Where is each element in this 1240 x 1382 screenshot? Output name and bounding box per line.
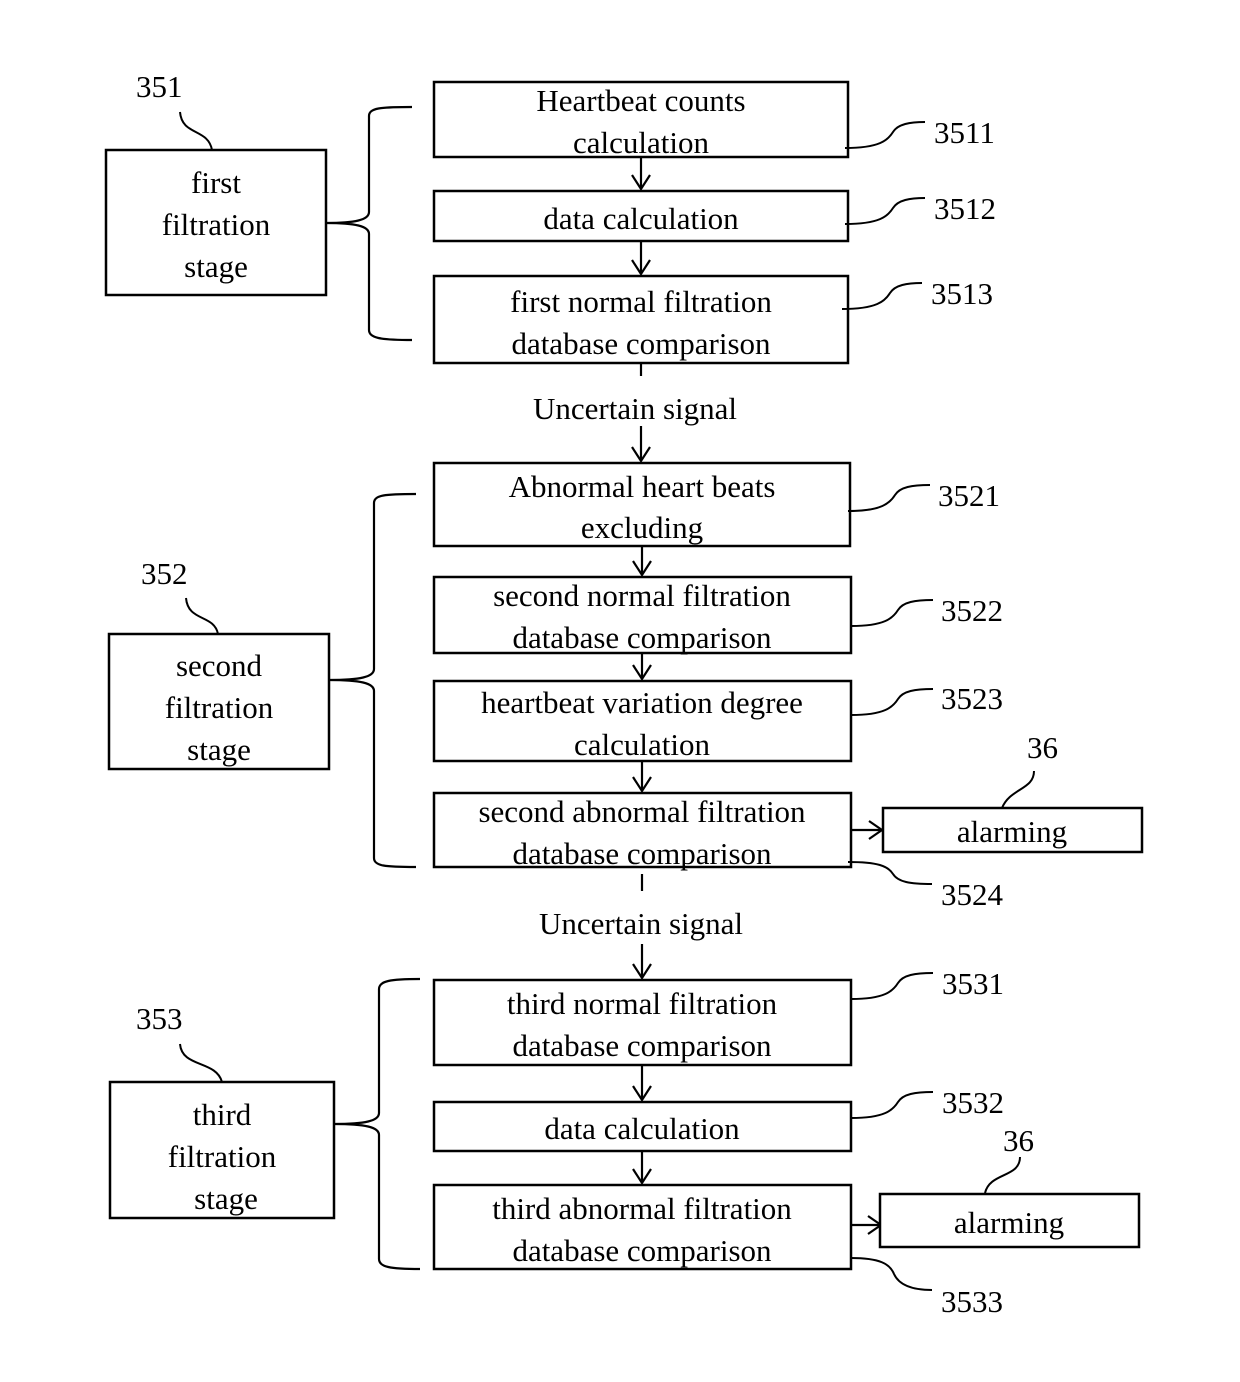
transition-2-label: Uncertain signal — [539, 906, 743, 941]
step-3522-ref: 3522 — [941, 593, 1003, 628]
step-3531-ref: 3531 — [942, 966, 1004, 1001]
step-3511-line-2: calculation — [573, 125, 709, 160]
step-3513-line-1: first normal filtration — [510, 284, 772, 319]
step-3513-ref: 3513 — [931, 276, 993, 311]
stage-2-ref: 352 — [141, 556, 188, 591]
transition-2: Uncertain signal — [539, 874, 743, 981]
stage-3-ref: 353 — [136, 1001, 183, 1036]
flowchart-diagram: 351 first filtration stage Heartbeat cou… — [104, 69, 1144, 1319]
step-3531-line-1: third normal filtration — [507, 986, 778, 1021]
stage-2-alarm-label: alarming — [957, 814, 1067, 849]
step-3521-ref: 3521 — [938, 478, 1000, 513]
stage-2-label-line-1: second — [176, 648, 263, 683]
arrow-3521-3522 — [632, 546, 652, 578]
stage-1-brace — [325, 105, 413, 342]
step-3532-line-1: data calculation — [544, 1111, 740, 1146]
stage-2-ref-leader — [185, 597, 219, 635]
stage-2-group: 352 second filtration stage Abnormal hea… — [107, 461, 1144, 912]
stage-1-ref: 351 — [136, 69, 183, 104]
step-3511-leader — [844, 121, 926, 149]
stage-1-label-line-2: filtration — [162, 207, 271, 242]
arrow-3532-3533 — [632, 1151, 652, 1186]
step-3512-ref: 3512 — [934, 191, 996, 226]
stage-2-alarm-leader — [1001, 770, 1035, 809]
stage-3-label-line-3: stage — [194, 1181, 258, 1216]
step-3511-ref: 3511 — [934, 115, 995, 150]
stage-3-brace — [333, 977, 421, 1271]
step-3533-line-2: database comparison — [512, 1233, 772, 1268]
transition-1-label: Uncertain signal — [533, 391, 737, 426]
stage-3-label-line-2: filtration — [168, 1139, 277, 1174]
arrow-3522-3523 — [632, 653, 652, 682]
stage-1-label-line-1: first — [191, 165, 241, 200]
arrow-3531-3532 — [632, 1065, 652, 1103]
step-3522-leader — [850, 599, 934, 627]
step-3523-line-2: calculation — [574, 727, 710, 762]
stage-1-ref-leader — [179, 111, 213, 151]
arrow-3512-3513 — [631, 241, 651, 277]
stage-3-alarm-ref: 36 — [1003, 1123, 1034, 1158]
transition-1: Uncertain signal — [533, 364, 737, 464]
stage-1-group: 351 first filtration stage Heartbeat cou… — [104, 69, 996, 365]
step-3511-line-1: Heartbeat counts — [536, 83, 745, 118]
step-3524-leader — [847, 861, 933, 885]
step-3521-line-2: excluding — [581, 510, 703, 545]
step-3513-leader — [841, 282, 923, 310]
step-3512-leader — [844, 197, 926, 225]
step-3521-leader — [847, 484, 931, 512]
stage-1-label-line-3: stage — [184, 249, 248, 284]
stage-3-alarm-leader — [984, 1156, 1021, 1194]
step-3524-line-1: second abnormal filtration — [478, 794, 806, 829]
step-3531-leader — [850, 972, 934, 1000]
stage-3-alarm-label: alarming — [954, 1205, 1064, 1240]
step-3521-line-1: Abnormal heart beats — [509, 469, 776, 504]
step-3524-ref: 3524 — [941, 877, 1004, 912]
step-3531-line-2: database comparison — [512, 1028, 772, 1063]
stage-3-ref-leader — [179, 1043, 223, 1083]
step-3523-leader — [850, 688, 934, 716]
step-3533-ref: 3533 — [941, 1284, 1003, 1319]
step-3513-line-2: database comparison — [511, 326, 771, 361]
stage-2-label-line-3: stage — [187, 732, 251, 767]
stage-2-alarm-ref: 36 — [1027, 730, 1058, 765]
arrow-3524-alarm — [851, 820, 884, 840]
arrow-3533-alarm — [851, 1215, 883, 1235]
stage-2-brace — [328, 492, 417, 869]
step-3523-line-1: heartbeat variation degree — [481, 685, 803, 720]
step-3532-ref: 3532 — [942, 1085, 1004, 1120]
step-3523-ref: 3523 — [941, 681, 1003, 716]
arrow-3511-3512 — [631, 157, 651, 192]
stage-3-group: 353 third filtration stage third normal … — [108, 966, 1141, 1319]
step-3522-line-1: second normal filtration — [493, 578, 791, 613]
stage-3-label-line-1: third — [193, 1097, 252, 1132]
arrow-3523-3524 — [632, 761, 652, 794]
step-3512-line-1: data calculation — [543, 201, 739, 236]
stage-2-label-line-2: filtration — [165, 690, 274, 725]
step-3533-leader — [850, 1257, 933, 1291]
step-3524-line-2: database comparison — [512, 836, 772, 871]
transition-1-arrow — [631, 426, 651, 464]
step-3533-line-1: third abnormal filtration — [492, 1191, 792, 1226]
transition-2-arrow — [632, 944, 652, 981]
step-3532-leader — [850, 1091, 934, 1119]
step-3522-line-2: database comparison — [512, 620, 772, 655]
